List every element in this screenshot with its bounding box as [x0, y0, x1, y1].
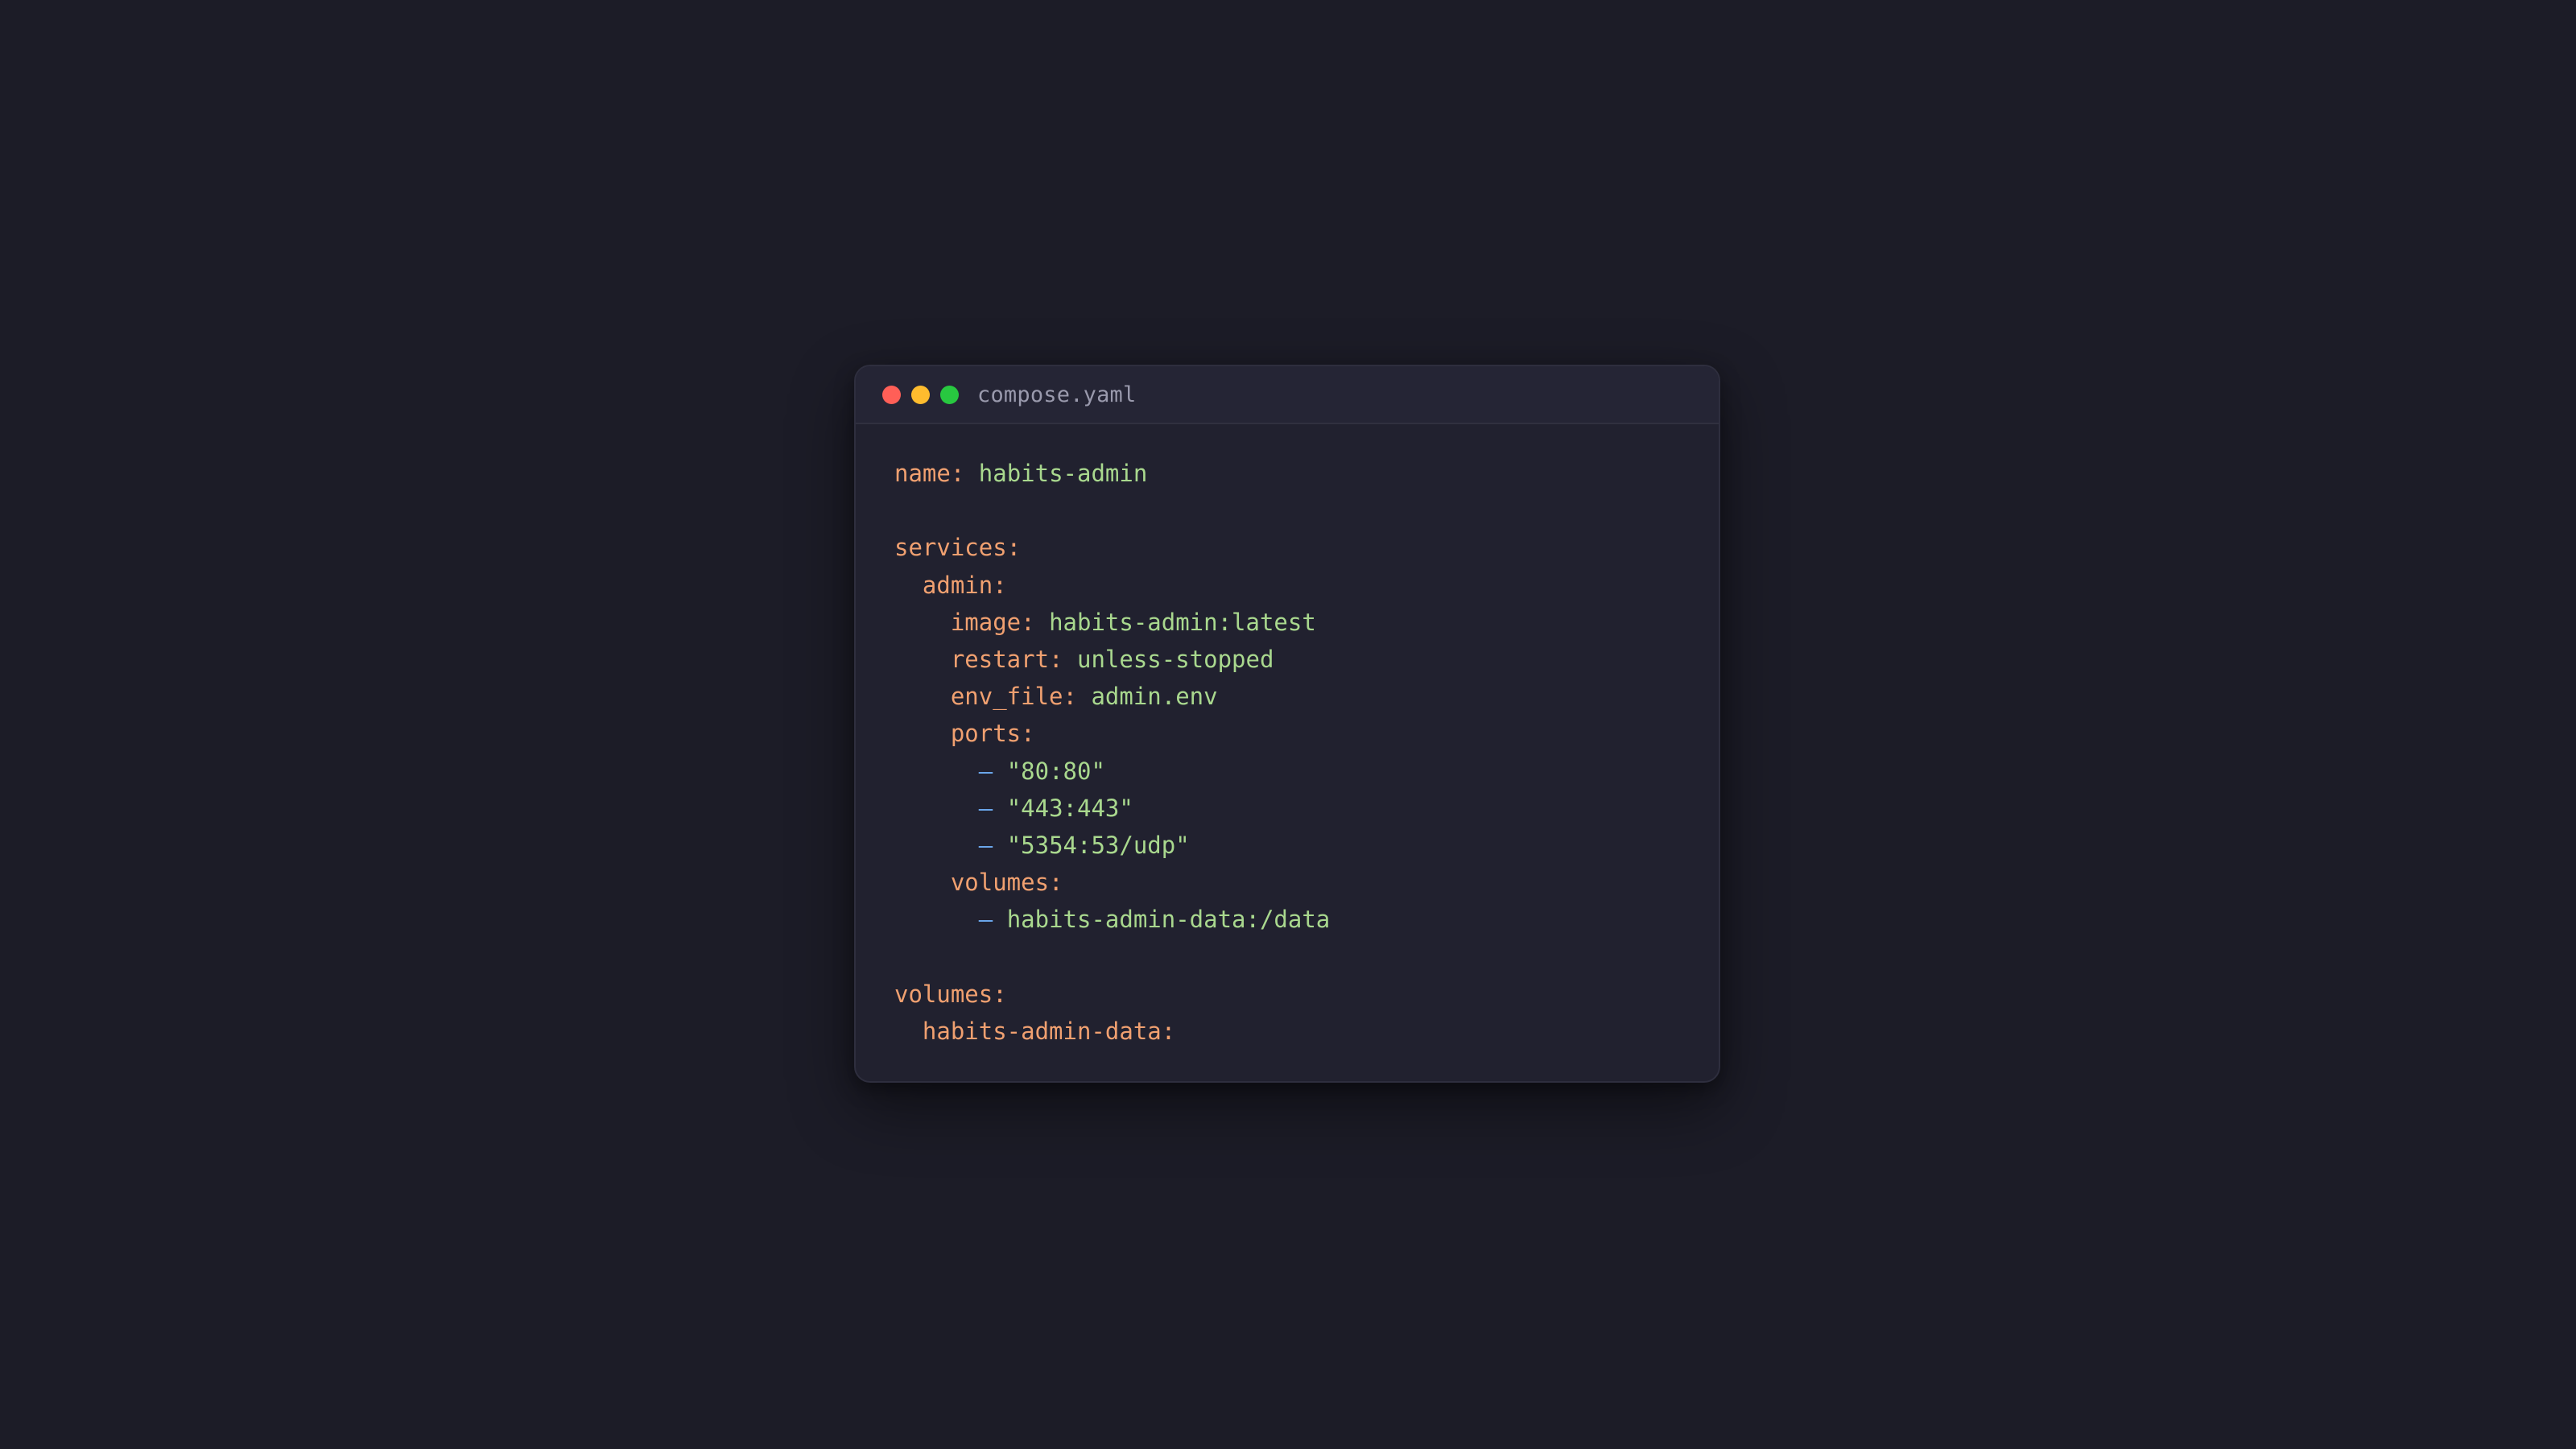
- yaml-value: habits-admin-data:/data: [1006, 906, 1331, 934]
- yaml-value: admin.env: [1091, 683, 1218, 711]
- code-line: volumes:: [894, 976, 1719, 1013]
- code-line: admin:: [894, 567, 1719, 604]
- code-line: services:: [894, 529, 1719, 566]
- code-line: restart: unless-stopped: [894, 641, 1719, 678]
- desktop-background: compose.yaml name: habits-admin services:…: [0, 0, 2576, 1449]
- code-line: env_file: admin.env: [894, 678, 1719, 715]
- code-line: image: habits-admin:latest: [894, 604, 1719, 641]
- yaml-value: "443:443": [1006, 794, 1133, 822]
- code-window: compose.yaml name: habits-admin services:…: [854, 365, 1720, 1083]
- code-block: name: habits-admin services: admin: image…: [856, 424, 1719, 1050]
- code-line: volumes:: [894, 864, 1719, 901]
- window-titlebar: compose.yaml: [856, 366, 1719, 424]
- maximize-button[interactable]: [940, 385, 959, 404]
- list-dash: –: [978, 906, 993, 934]
- minimize-button[interactable]: [911, 385, 930, 404]
- yaml-value: unless-stopped: [1077, 645, 1274, 673]
- yaml-value: "80:80": [1006, 757, 1105, 785]
- yaml-key: name:: [894, 460, 965, 487]
- code-line: – "80:80": [894, 753, 1719, 790]
- yaml-value: "5354:53/udp": [1006, 831, 1190, 859]
- window-title: compose.yaml: [977, 382, 1137, 407]
- yaml-key: habits-admin-data:: [922, 1017, 1176, 1045]
- list-dash: –: [978, 831, 993, 859]
- yaml-key: ports:: [950, 720, 1035, 748]
- yaml-key: volumes:: [894, 980, 1007, 1008]
- yaml-value: habits-admin: [978, 460, 1148, 487]
- list-dash: –: [978, 757, 993, 785]
- code-line: name: habits-admin: [894, 455, 1719, 492]
- yaml-key: env_file:: [950, 683, 1077, 711]
- yaml-key: volumes:: [950, 869, 1063, 897]
- code-line: ports:: [894, 715, 1719, 752]
- yaml-key: admin:: [922, 571, 1007, 599]
- yaml-value: habits-admin:latest: [1049, 608, 1316, 636]
- yaml-key: restart:: [950, 645, 1063, 673]
- close-button[interactable]: [882, 385, 901, 404]
- code-line: – habits-admin-data:/data: [894, 901, 1719, 938]
- yaml-key: image:: [950, 608, 1035, 636]
- code-line: – "5354:53/udp": [894, 827, 1719, 864]
- yaml-key: services:: [894, 534, 1022, 562]
- code-line: habits-admin-data:: [894, 1013, 1719, 1050]
- list-dash: –: [978, 794, 993, 822]
- code-line: – "443:443": [894, 790, 1719, 827]
